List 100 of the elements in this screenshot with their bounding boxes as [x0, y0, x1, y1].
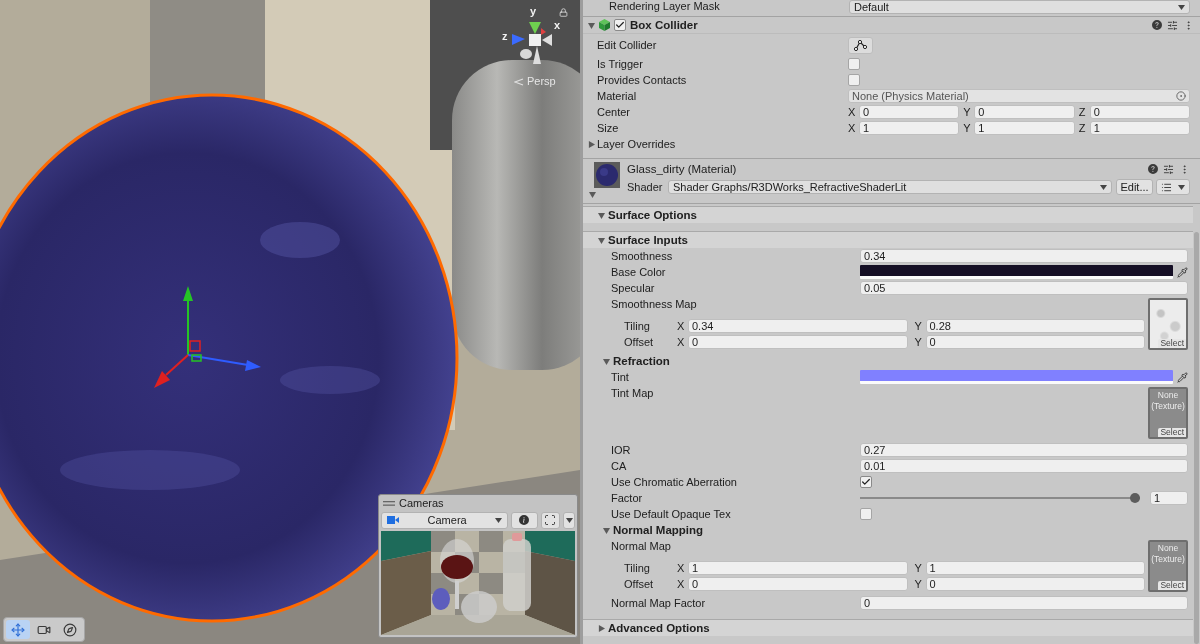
number-field[interactable]: 1 — [859, 121, 960, 135]
axis-label[interactable]: y — [530, 5, 537, 17]
compass-icon — [63, 622, 77, 637]
list-icon — [1161, 181, 1172, 193]
foldout-label[interactable]: Layer Overrides — [597, 137, 676, 151]
number-field[interactable]: 0 — [860, 596, 1188, 610]
axis-label[interactable]: x — [554, 19, 561, 31]
frame-button[interactable] — [540, 511, 561, 529]
section-header[interactable]: Surface Options — [583, 206, 1193, 223]
frame-options-button[interactable] — [563, 511, 575, 529]
chevron-left-icon — [514, 78, 524, 86]
number-field[interactable]: 0.28 — [925, 319, 1145, 333]
foldout-arrow-icon[interactable] — [589, 191, 596, 198]
axis-gizmo-icon[interactable] — [512, 22, 552, 64]
options-dropdown[interactable] — [1156, 179, 1190, 195]
number-field[interactable]: 1 — [974, 121, 1075, 135]
number-field[interactable]: 0 — [688, 577, 908, 591]
object-field[interactable]: None (Physics Material) — [848, 89, 1190, 103]
select-button[interactable]: Select — [1158, 428, 1186, 437]
scrollbar-thumb[interactable] — [1194, 232, 1199, 644]
move-tool-button[interactable] — [6, 620, 30, 639]
number-field[interactable]: 0.01 — [860, 459, 1188, 473]
color-field[interactable] — [860, 265, 1173, 279]
shader-dropdown[interactable]: Shader Graphs/R3DWorks_RefractiveShaderLit — [668, 180, 1112, 194]
color-field[interactable] — [860, 370, 1173, 384]
number-field[interactable]: 0 — [925, 335, 1145, 349]
axis-label[interactable]: z — [502, 30, 508, 42]
texture-none-label: None (Texture) — [1150, 389, 1186, 412]
number-field[interactable]: 1 — [925, 561, 1145, 575]
shader-label: Shader — [627, 180, 664, 194]
property-label: Rendering Layer Mask — [609, 0, 721, 13]
number-field[interactable]: 0 — [974, 105, 1075, 119]
foldout-arrow-icon[interactable] — [588, 21, 595, 29]
property-label: Use Chromatic Aberration — [611, 475, 738, 489]
edit-collider-button[interactable] — [848, 36, 873, 54]
foldout-arrow-icon[interactable] — [588, 140, 595, 148]
property-label: Edit Collider — [597, 38, 658, 52]
number-field[interactable]: 1 — [688, 561, 908, 575]
dropdown-field[interactable]: Default — [849, 0, 1190, 14]
foldout-arrow-icon[interactable] — [598, 211, 605, 219]
group-header[interactable]: Refraction — [613, 354, 670, 368]
number-field[interactable]: 0 — [925, 577, 1145, 591]
checkbox[interactable] — [860, 476, 872, 488]
number-field[interactable]: 0.34 — [860, 249, 1188, 263]
property-label: Normal Map Factor — [611, 596, 707, 610]
section-header[interactable]: Surface Inputs — [583, 231, 1193, 248]
help-icon[interactable] — [1148, 164, 1158, 174]
checkmark-icon — [861, 477, 871, 487]
foldout-arrow-icon[interactable] — [598, 624, 605, 632]
property-label: Tint — [611, 370, 630, 384]
slider-thumb[interactable] — [1130, 493, 1140, 503]
texture-slot[interactable]: Select — [1148, 298, 1188, 350]
axis-letter: Y — [914, 561, 923, 575]
drag-handle-icon[interactable] — [383, 500, 395, 506]
eyedropper-icon[interactable] — [1177, 266, 1188, 278]
axis-letter: X — [677, 319, 686, 333]
lock-icon[interactable] — [559, 8, 568, 17]
select-button[interactable]: Select — [1158, 581, 1186, 590]
property-label: Factor — [611, 491, 644, 505]
material-preview-icon — [594, 162, 620, 188]
number-field[interactable]: 0 — [688, 335, 908, 349]
foldout-arrow-icon[interactable] — [598, 236, 605, 244]
checkbox[interactable] — [848, 74, 860, 86]
help-icon[interactable] — [1152, 20, 1162, 30]
info-button[interactable] — [511, 511, 538, 529]
property-label: Tiling — [624, 561, 651, 575]
edit-button[interactable]: Edit... — [1116, 179, 1153, 195]
foldout-arrow-icon[interactable] — [603, 526, 610, 534]
checkbox[interactable] — [614, 19, 626, 31]
target-icon[interactable] — [1176, 91, 1186, 101]
axis-letter: Y — [963, 121, 972, 135]
property-label: Use Default Opaque Tex — [611, 507, 732, 521]
camera-dropdown[interactable]: Camera — [381, 511, 509, 529]
foldout-arrow-icon[interactable] — [603, 357, 610, 365]
number-field[interactable]: 0 — [1089, 105, 1190, 119]
frame-corners-icon — [544, 514, 557, 526]
axis-letter: X — [677, 577, 686, 591]
property-label: Smoothness — [611, 249, 674, 263]
property-label: Specular — [611, 281, 656, 295]
select-button[interactable]: Select — [1158, 339, 1186, 348]
group-header[interactable]: Normal Mapping — [613, 523, 704, 537]
number-field[interactable]: 0 — [859, 105, 960, 119]
overlay-title: Cameras — [399, 497, 444, 509]
checkbox[interactable] — [860, 508, 872, 520]
number-field[interactable]: 0.27 — [860, 443, 1188, 457]
caret-down-icon — [565, 517, 573, 523]
number-field[interactable]: 0.34 — [688, 319, 908, 333]
number-field[interactable]: 0.05 — [860, 281, 1188, 295]
property-label: Offset — [624, 335, 655, 349]
property-label: Offset — [624, 577, 655, 591]
texture-slot[interactable]: None (Texture) Select — [1148, 540, 1188, 592]
section-header[interactable]: Advanced Options — [583, 619, 1193, 636]
eyedropper-icon[interactable] — [1177, 371, 1188, 383]
presets-sliders-icon[interactable] — [1167, 19, 1178, 31]
presets-sliders-icon[interactable] — [1163, 163, 1174, 175]
texture-slot[interactable]: None (Texture) Select — [1148, 387, 1188, 439]
component-title[interactable]: Box Collider — [630, 18, 698, 32]
checkbox[interactable] — [848, 58, 860, 70]
number-field[interactable]: 1 — [1089, 121, 1190, 135]
number-field[interactable]: 1 — [1150, 491, 1188, 505]
